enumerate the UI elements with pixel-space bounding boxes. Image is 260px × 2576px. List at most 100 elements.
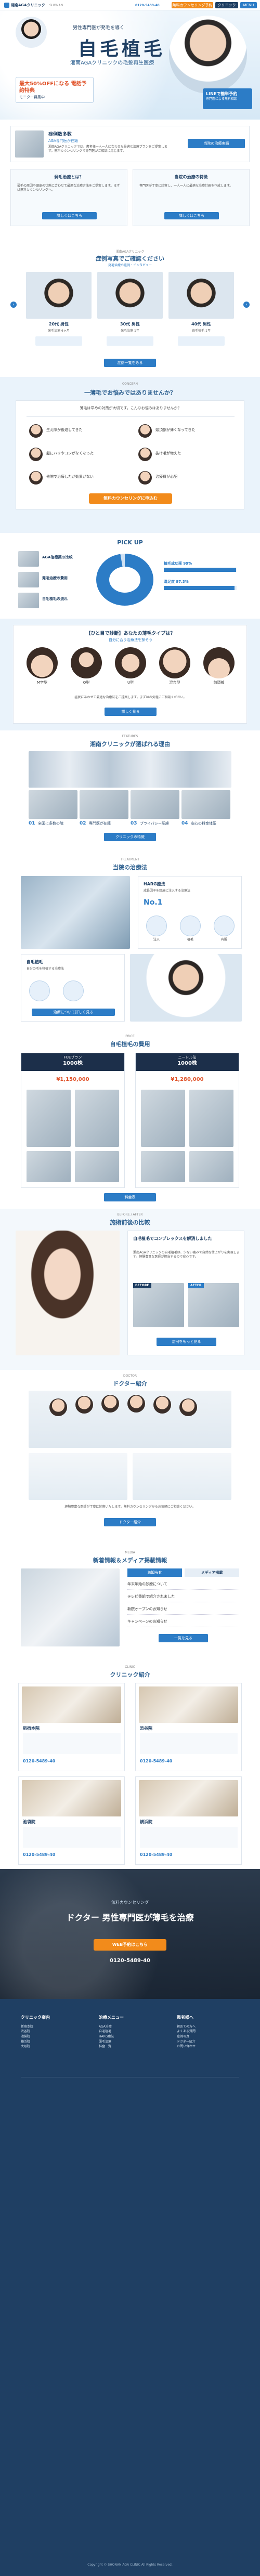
discount-text: 最大50%OFFになる 電話予約特典 <box>19 81 87 94</box>
footer-link[interactable]: よくある質問 <box>177 2029 244 2034</box>
feature-title[interactable]: 専門医が在籍 <box>89 821 111 826</box>
news-item[interactable]: キャンペーンのお知らせ <box>127 1619 239 1628</box>
concern-avatar <box>29 424 43 438</box>
case-card[interactable]: 20代 男性 発毛治療 6ヶ月 <box>26 272 92 350</box>
doctors-button[interactable]: ドクター紹介 <box>104 1518 156 1526</box>
case-card[interactable]: 40代 男性 自毛植毛 1年 <box>168 272 234 350</box>
intro-box-1-link[interactable]: 詳しくはこちら <box>42 212 97 219</box>
treat-title: 当院の治療法 <box>113 864 147 871</box>
clinic-tel[interactable]: 0120-5489-40 <box>23 1852 55 1858</box>
price-plan-name: FUEプラン <box>63 1055 82 1060</box>
ba-button[interactable]: 症例をもっと見る <box>157 1338 216 1346</box>
feature-title[interactable]: 安心の料金体系 <box>191 821 216 826</box>
footer-link[interactable]: 池袋院 <box>21 2034 88 2039</box>
clinic-tel[interactable]: 0120-5489-40 <box>140 1759 172 1764</box>
pickup-item[interactable]: 発毛治療の費用 <box>42 576 68 581</box>
cta-button[interactable]: WEB予約はこちら <box>94 1939 166 1951</box>
concern-cta-button[interactable]: 無料カウンセリングに申込む <box>89 493 172 504</box>
doctor-face <box>127 1395 145 1413</box>
footer-link[interactable]: 渋谷院 <box>21 2029 88 2034</box>
clinic-button[interactable]: クリニック <box>215 2 238 8</box>
footer-link[interactable]: AGA治療 <box>99 2024 166 2030</box>
footer-link[interactable]: 薄毛治療 <box>99 2039 166 2045</box>
case-desc: 自毛植毛 1年 <box>192 329 211 333</box>
reserve-button[interactable]: 無料カウンセリング予約 <box>172 2 213 8</box>
treat-number: No.1 <box>144 898 163 907</box>
intro-sub: AGA専門医が在籍 <box>48 139 78 143</box>
footer-link[interactable]: 症例写真 <box>177 2034 244 2039</box>
treat-button[interactable]: 治療について詳しく見る <box>32 1009 115 1016</box>
footer-col-head: 治療メニュー <box>99 2015 124 2020</box>
footer-link[interactable]: 料金一覧 <box>99 2044 166 2049</box>
feature-title[interactable]: プライバシー配慮 <box>140 821 169 826</box>
tab-media[interactable]: メディア掲載 <box>185 1568 239 1577</box>
concern-card: 薄毛は早めの対策が大切です。こんなお悩みはありませんか？ 生え際が後退してきた … <box>16 400 244 509</box>
footer-link[interactable]: お問い合わせ <box>177 2044 244 2049</box>
clinic-tel[interactable]: 0120-5489-40 <box>23 1759 55 1764</box>
types: 【ひと目で診断】あなたの薄毛タイプは？ 自分に合う治療法を探そう M字型 O型 … <box>0 619 260 730</box>
clinic-card[interactable]: 新宿本院 0120-5489-40 <box>18 1683 125 1771</box>
treat-box-title: HARG療法 <box>144 882 165 886</box>
footer-link[interactable]: HARG療法 <box>99 2034 166 2039</box>
clinic-tel[interactable]: 0120-5489-40 <box>140 1852 172 1858</box>
cases-more-button[interactable]: 症例一覧をみる <box>104 359 156 367</box>
clinic-card[interactable]: 渋谷院 0120-5489-40 <box>135 1683 242 1771</box>
type-head[interactable] <box>27 647 58 678</box>
footer-link[interactable]: 初めての方へ <box>177 2024 244 2030</box>
pickup-thumb <box>18 593 39 608</box>
clinic-card[interactable]: 池袋院 0120-5489-40 <box>18 1776 125 1865</box>
intro-box-2-link[interactable]: 詳しくはこちら <box>164 212 219 219</box>
pickup-stat: 満足度 97.3% <box>164 580 189 584</box>
clinic-name: 新宿本院 <box>23 1726 40 1731</box>
doctors: DOCTOR ドクター紹介 経験豊富な医師が丁寧に診療いたします。無料カウンセリ… <box>0 1370 260 1547</box>
discount-badge[interactable]: 最大50%OFFになる 電話予約特典 モニター募集中 <box>16 77 94 103</box>
header-tel[interactable]: 0120-5489-40 <box>135 4 160 8</box>
footer-link[interactable]: 自毛植毛 <box>99 2029 166 2034</box>
clinic-name: 池袋院 <box>23 1820 35 1824</box>
footer-link[interactable]: ドクター紹介 <box>177 2039 244 2045</box>
intro-box-2-title: 当院の治療の特徴 <box>174 175 208 179</box>
feature-title[interactable]: 全国に多数の院 <box>38 821 63 826</box>
news-item[interactable]: 新院オープンのお知らせ <box>127 1607 239 1615</box>
price: PRICE 自毛植毛の費用 FUEプラン 1000株 ¥1,150,000 ニー… <box>0 1032 260 1209</box>
types-button[interactable]: 詳しく見る <box>105 708 157 716</box>
menu-button[interactable]: MENU <box>240 2 257 8</box>
line-banner[interactable]: LINEで簡単予約 専門医による無料相談 <box>203 88 252 109</box>
pickup-item[interactable]: AGA治療薬の比較 <box>42 555 73 560</box>
logo-icon[interactable] <box>4 3 9 8</box>
treat-icon-label: 植毛 <box>187 938 193 942</box>
ba-after-label: AFTER <box>188 1283 204 1288</box>
clinic-card[interactable]: 横浜院 0120-5489-40 <box>135 1776 242 1865</box>
case-card[interactable]: 30代 男性 発毛治療 1年 <box>97 272 163 350</box>
type-head[interactable] <box>115 647 146 678</box>
news-item[interactable]: テレビ番組で紹介されました <box>127 1594 239 1603</box>
media: MEDIA 新着情報＆メディア掲載情報 お知らせ メディア掲載 年末年始の診療に… <box>0 1547 260 1661</box>
pickup-title: PICK UP <box>117 539 143 546</box>
type-head[interactable] <box>71 647 102 678</box>
cta: 無料カウンセリング ドクター 男性専門医が薄毛を治療 WEB予約はこちら 012… <box>0 1869 260 1999</box>
ba-quote: 自毛植毛でコンプレックスを解消しました <box>133 1236 212 1241</box>
cta-tel[interactable]: 0120-5489-40 <box>0 1957 260 1964</box>
staff-group-photo <box>29 1453 127 1500</box>
type-head[interactable] <box>203 647 235 678</box>
concern-lead: 薄毛は早めの対策が大切です。こんなお悩みはありませんか？ <box>80 406 181 410</box>
news-item[interactable]: 年末年始の診療について <box>127 1582 239 1590</box>
cases-next-arrow[interactable]: › <box>243 302 250 308</box>
media-button[interactable]: 一覧を見る <box>159 1634 208 1642</box>
tab-news[interactable]: お知らせ <box>127 1568 182 1577</box>
footer-link[interactable]: 横浜院 <box>21 2039 88 2045</box>
price-button[interactable]: 料金表 <box>104 1193 156 1201</box>
pickup-item[interactable]: 自毛植毛の流れ <box>42 597 68 601</box>
cases-prev-arrow[interactable]: ‹ <box>10 302 17 308</box>
feature-number: 02 <box>80 821 86 826</box>
footer-link[interactable]: 大阪院 <box>21 2044 88 2049</box>
type-head[interactable] <box>159 647 190 678</box>
doctor-face <box>49 1398 67 1416</box>
pill-icon <box>214 916 235 936</box>
logo-text[interactable]: 湘南AGAクリニック <box>11 3 45 8</box>
results-button[interactable]: 当院の治療実績 <box>188 139 245 148</box>
footer-col-head: クリニック案内 <box>21 2015 50 2020</box>
doctors-kicker: DOCTOR <box>123 1374 137 1378</box>
footer-link[interactable]: 新宿本院 <box>21 2024 88 2030</box>
features-button[interactable]: クリニックの特徴 <box>104 833 156 841</box>
